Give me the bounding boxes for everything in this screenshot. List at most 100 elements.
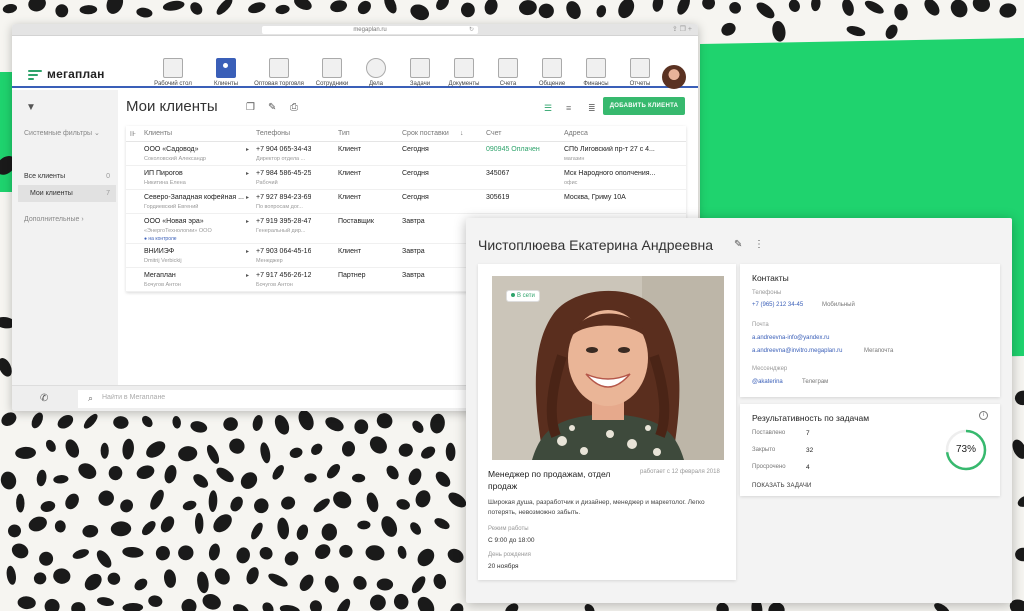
sidebar-item-all-clients[interactable]: Все клиенты 0 [18,168,116,185]
sidebar-item-my-clients[interactable]: Мои клиенты 7 [18,185,116,202]
online-dot-icon [511,293,515,297]
client-name[interactable]: ИП Пирогов [144,170,254,177]
nav-item-finance[interactable]: Финансы [576,58,616,87]
client-name[interactable]: ООО «Садовод» [144,146,254,153]
chat-icon [542,58,562,78]
phones-label: Телефоны [752,290,782,296]
performance-title: Результативность по задачам [752,413,870,423]
system-filters-toggle[interactable]: Системные фильтры ⌄ [24,129,100,137]
filter-icon[interactable]: ▼ [26,102,36,113]
copy-icon[interactable]: ❐ [246,102,255,113]
browser-titlebar: megaplan.ru ↻ ⇪ ❐ + [12,24,698,36]
nav-label: Документы [448,81,480,87]
table-row[interactable]: ИП Пирогов Никитина Елена +7 984 586-45-25… [126,166,686,190]
client-phone[interactable]: +7 904 065-34-43 [256,146,311,153]
user-avatar[interactable] [662,65,686,89]
nav-item-wholesale[interactable]: Оптовая торговля [250,58,308,87]
expand-arrow-icon[interactable]: ▸ [246,248,249,255]
email-link-2[interactable]: a.andreevna@invitro.megaplan.ru [752,348,842,354]
nav-label: Общение [538,81,566,87]
client-type: Поставщик [338,218,374,225]
edit-icon[interactable]: ✎ [734,239,742,250]
pattern-spot [354,419,369,435]
more-options-icon[interactable]: ⋮ [754,239,764,250]
columns-settings-icon[interactable]: ⊪ [130,130,136,138]
client-phone[interactable]: +7 927 894-23-69 [256,194,311,201]
column-clients[interactable]: Клиенты [144,130,172,137]
profile-name: Чистоплюева Екатерина Андреевна [478,237,714,253]
online-status-text: В сети [517,293,535,299]
client-name[interactable]: Мегаплан [144,272,254,279]
column-phones[interactable]: Телефоны [256,130,290,137]
online-status-badge: В сети [506,290,540,302]
nav-item-desktop[interactable]: Рабочий стол [144,58,202,87]
client-name[interactable]: Северо-Западная кофейная ... [144,194,254,201]
view-dense-icon[interactable]: ≣ [588,103,596,114]
client-name[interactable]: ВНИИЭФ [144,248,254,255]
column-invoice[interactable]: Счет [486,130,502,137]
info-icon[interactable]: i [979,411,988,420]
nav-item-reports[interactable]: Отчеты [620,58,660,87]
expand-arrow-icon[interactable]: ▸ [246,194,249,201]
client-contact: Бочугов Антон [144,282,181,288]
address-bar[interactable]: megaplan.ru ↻ [262,26,478,34]
phone-link[interactable]: +7 (965) 212 34-45 [752,302,803,308]
invoice-icon [498,58,518,78]
print-icon[interactable]: ⎙ [290,102,298,113]
email-link-1[interactable]: a.andreevna-info@yandex.ru [752,335,829,341]
client-due: Завтра [402,272,425,279]
nav-item-invoice[interactable]: Счета [488,58,528,87]
tasks-overdue-label: Просрочено [752,464,786,470]
reload-icon[interactable]: ↻ [469,26,474,34]
additional-filters-toggle[interactable]: Дополнительные › [24,216,84,223]
column-due[interactable]: Срок поставки [402,130,449,137]
clients-icon [216,58,236,78]
table-row[interactable]: Северо-Западная кофейная ... Гордиевский … [126,190,686,214]
phone-icon[interactable]: ✆ [40,393,48,404]
nav-item-employees[interactable]: Сотрудники [312,58,352,87]
tasks-closed-value: 32 [806,447,814,454]
edit-icon[interactable]: ✎ [268,102,276,113]
client-phone-note: Рабочий [256,180,278,186]
search-input[interactable] [102,394,402,401]
client-type: Клиент [338,146,362,153]
view-compact-icon[interactable]: ≡ [566,103,571,113]
expand-arrow-icon[interactable]: ▸ [246,272,249,279]
logo[interactable]: мегаплан [28,66,105,82]
nav-item-chat[interactable]: Общение [532,58,572,87]
client-name[interactable]: ООО «Новая эра» [144,218,254,225]
client-phone[interactable]: +7 917 456-26-12 [256,272,311,279]
expand-arrow-icon[interactable]: ▸ [246,218,249,225]
messenger-label: Мессенджер [752,366,788,372]
sort-arrow-icon[interactable]: ↓ [460,130,464,137]
nav-label: Сотрудники [315,81,349,87]
additional-filters-label: Дополнительные [24,216,80,223]
table-row[interactable]: ООО «Садовод» Соколовский Александр +7 904… [126,142,686,166]
expand-arrow-icon[interactable]: ▸ [246,146,249,153]
sidebar-item-label: Мои клиенты [30,190,73,197]
page-title: Мои клиенты [126,98,218,115]
expand-arrow-icon[interactable]: ▸ [246,170,249,177]
nav-item-clients[interactable]: Клиенты [206,58,246,87]
column-addresses[interactable]: Адреса [564,130,588,137]
email-label: Почта [752,322,769,328]
client-phone[interactable]: +7 919 395-28-47 [256,218,311,225]
contacts-title: Контакты [752,273,789,283]
nav-item-tasks[interactable]: Задачи [400,58,440,87]
nav-label: Отчеты [629,81,651,87]
client-phone[interactable]: +7 903 064-45-16 [256,248,311,255]
client-phone-note: Бочугов Антон [256,282,293,288]
column-type[interactable]: Тип [338,130,350,137]
messenger-link[interactable]: @akaterina [752,379,783,385]
employees-icon [322,58,342,78]
window-controls-icon[interactable]: ⇪ ❐ + [672,25,692,33]
nav-item-folder[interactable]: Документы [444,58,484,87]
logo-text: мегаплан [47,67,105,81]
client-invoice: 090945 Оплачен [486,146,540,153]
show-tasks-button[interactable]: ПОКАЗАТЬ ЗАДАЧИ [752,483,812,489]
email2-type: Мегапочта [864,348,894,354]
add-client-button[interactable]: ДОБАВИТЬ КЛИЕНТА [603,97,685,115]
nav-item-clock[interactable]: Дела [356,58,396,87]
view-list-icon[interactable]: ☰ [544,103,552,114]
client-phone[interactable]: +7 984 586-45-25 [256,170,311,177]
